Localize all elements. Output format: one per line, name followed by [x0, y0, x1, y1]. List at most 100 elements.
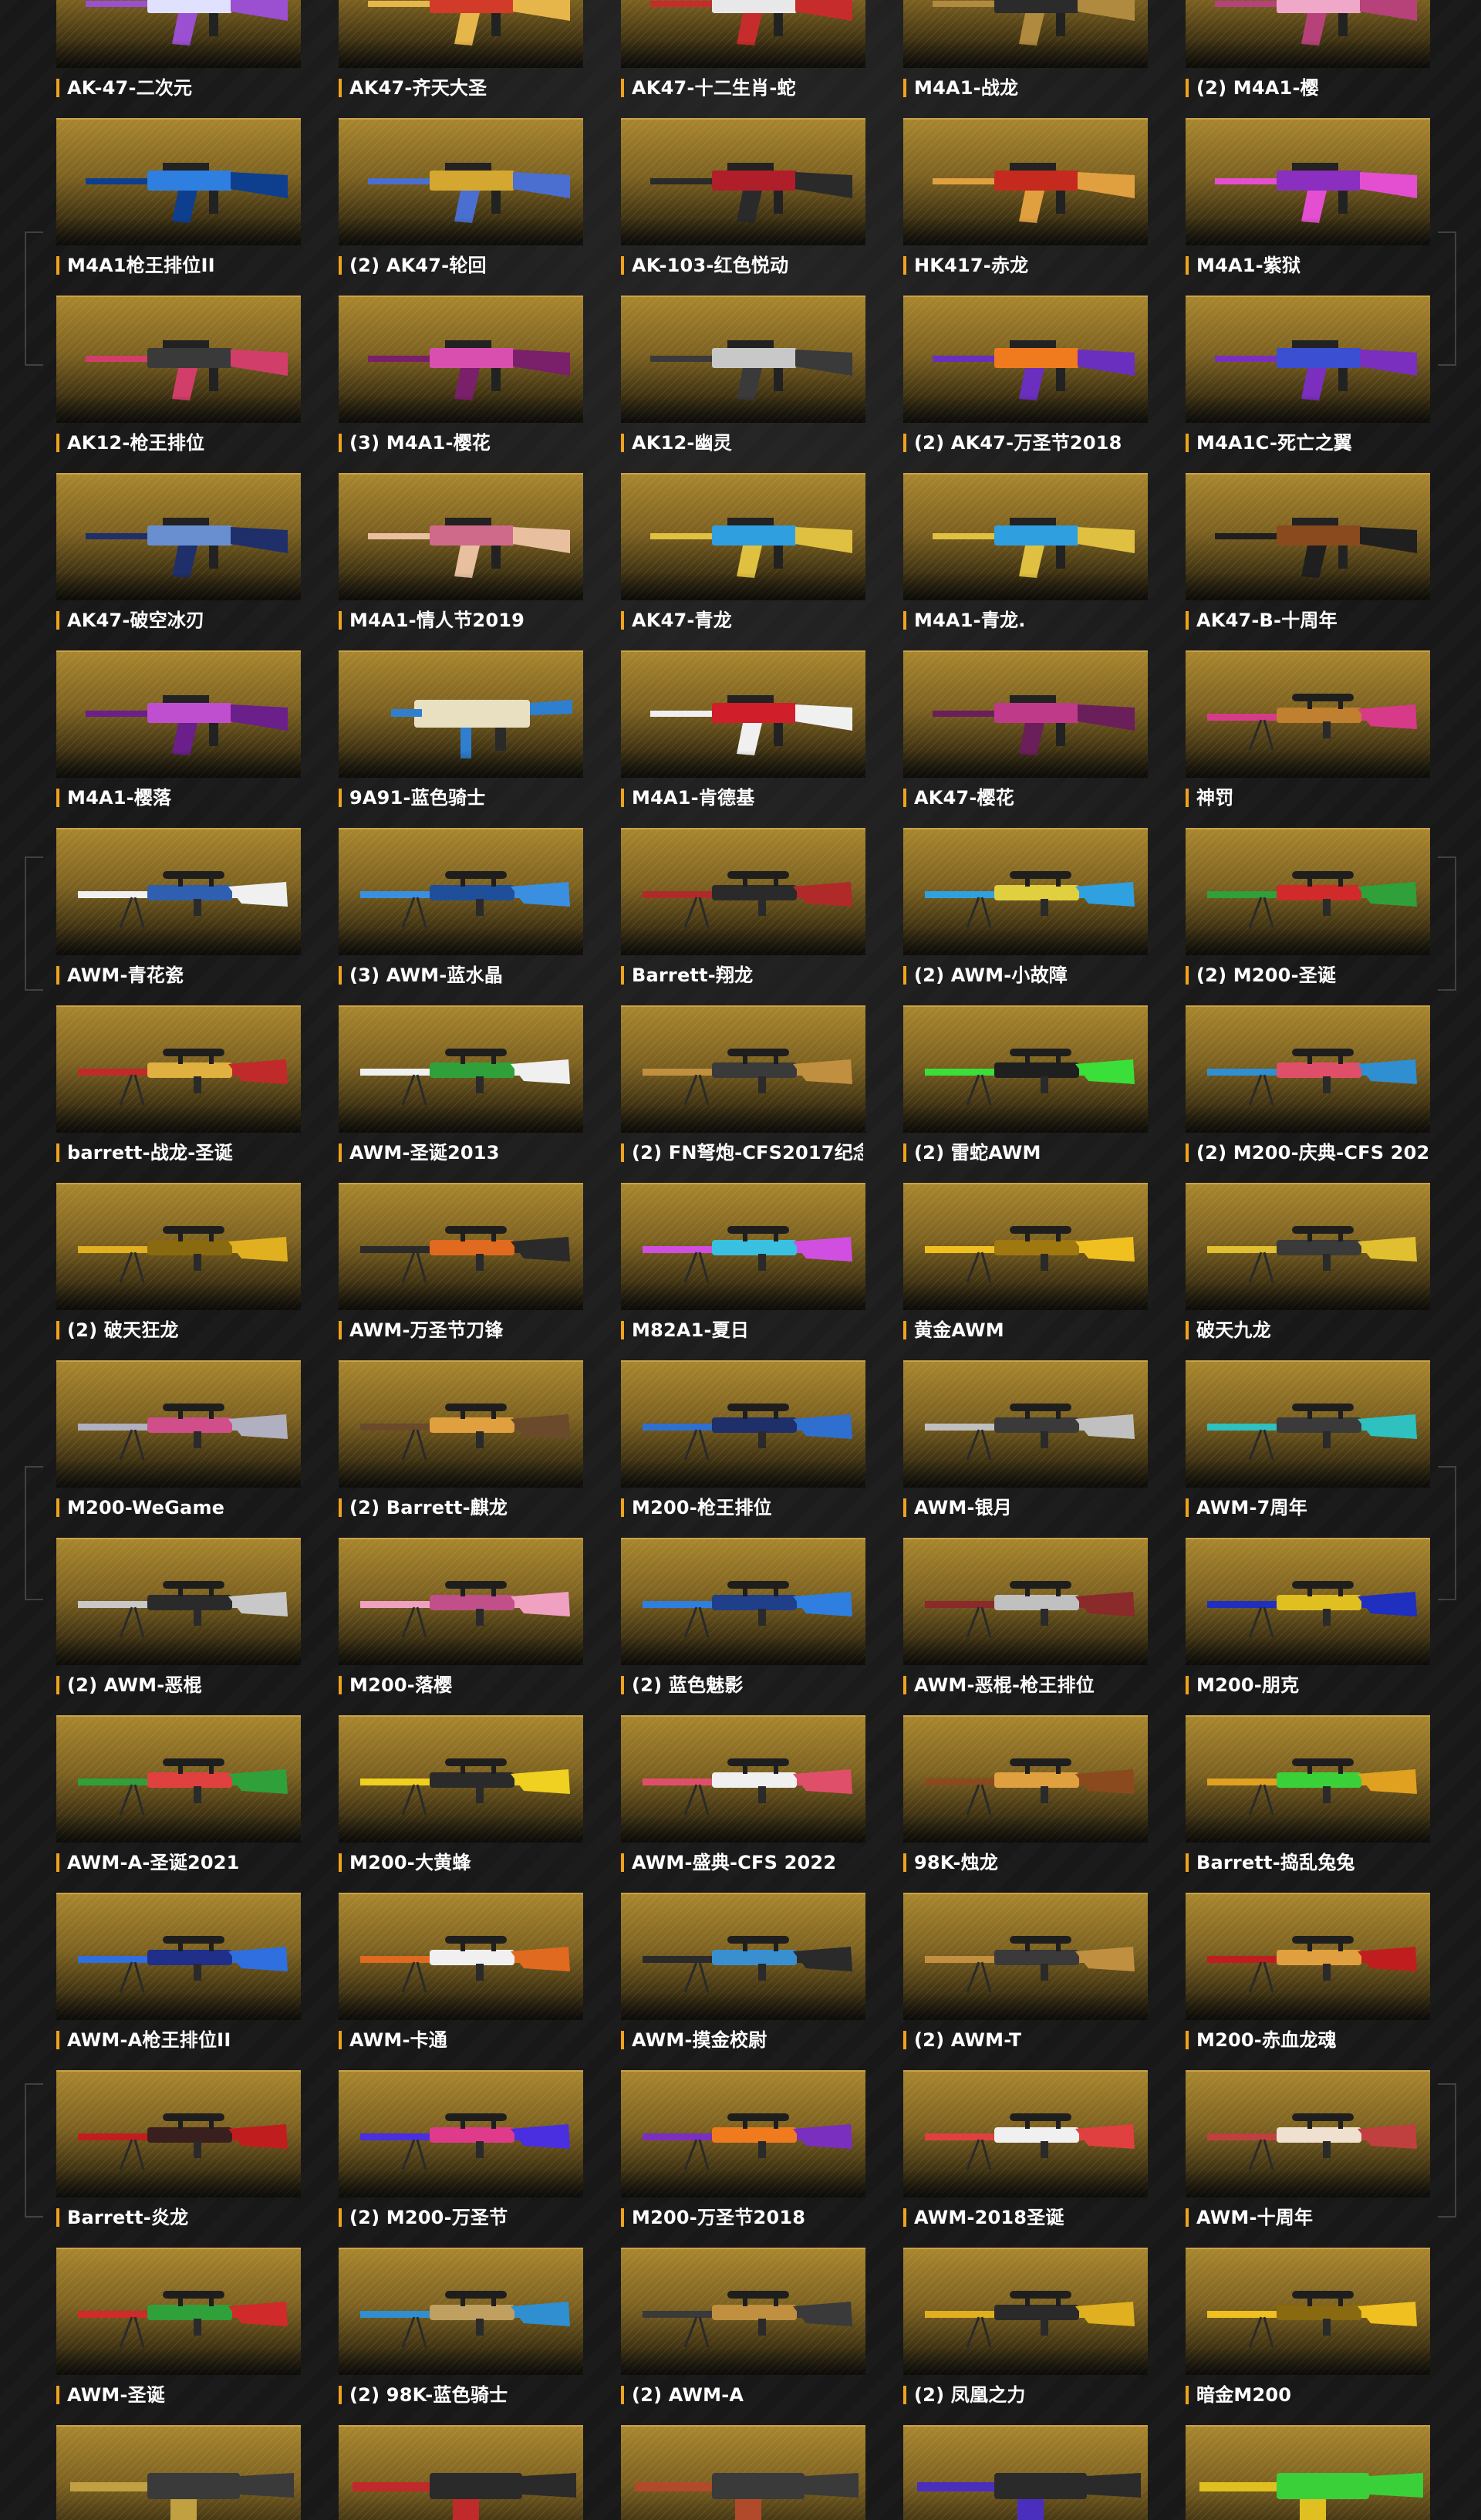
weapon-thumbnail[interactable] [1186, 828, 1430, 955]
weapon-card[interactable]: M4A1-战龙 [903, 0, 1148, 118]
weapon-card[interactable]: (2) AWM-小故障 [903, 828, 1148, 1005]
weapon-card[interactable]: 破天九龙 [1186, 1183, 1430, 1360]
weapon-card[interactable]: HK417-赤龙 [903, 118, 1148, 296]
weapon-card[interactable]: M4A1-樱落 [56, 650, 301, 828]
weapon-card[interactable]: AWM-圣诞 [56, 2248, 301, 2425]
weapon-thumbnail[interactable] [903, 1715, 1148, 1843]
weapon-thumbnail[interactable] [339, 473, 583, 600]
weapon-thumbnail[interactable] [339, 1538, 583, 1665]
weapon-thumbnail[interactable] [621, 473, 865, 600]
weapon-thumbnail[interactable] [56, 1715, 301, 1843]
weapon-card[interactable]: AK47-破空冰刃 [56, 473, 301, 650]
weapon-card[interactable]: (2) AWM-A [621, 2248, 865, 2425]
weapon-card[interactable]: M4A1-青龙. [903, 473, 1148, 650]
weapon-card[interactable] [621, 2425, 865, 2520]
weapon-thumbnail[interactable] [621, 1538, 865, 1665]
weapon-card[interactable]: AK47-齐天大圣 [339, 0, 583, 118]
weapon-card[interactable]: M200-赤血龙魂 [1186, 1893, 1430, 2070]
weapon-card[interactable]: 黄金AWM [903, 1183, 1148, 1360]
weapon-thumbnail[interactable] [903, 1893, 1148, 2020]
weapon-card[interactable] [56, 2425, 301, 2520]
weapon-card[interactable]: 98K-烛龙 [903, 1715, 1148, 1893]
weapon-thumbnail[interactable] [903, 1005, 1148, 1133]
weapon-card[interactable]: AK47-青龙 [621, 473, 865, 650]
weapon-card[interactable]: (2) AWM-恶棍 [56, 1538, 301, 1715]
weapon-card[interactable]: M200-万圣节2018 [621, 2070, 865, 2248]
weapon-thumbnail[interactable] [903, 118, 1148, 245]
weapon-card[interactable]: AWM-摸金校尉 [621, 1893, 865, 2070]
weapon-card[interactable]: Barrett-炎龙 [56, 2070, 301, 2248]
weapon-thumbnail[interactable] [56, 1183, 301, 1310]
weapon-thumbnail[interactable] [56, 828, 301, 955]
weapon-card[interactable]: (2) 98K-蓝色骑士 [339, 2248, 583, 2425]
weapon-thumbnail[interactable] [903, 296, 1148, 423]
weapon-card[interactable]: (2) Barrett-麒龙 [339, 1360, 583, 1538]
weapon-thumbnail[interactable] [339, 2248, 583, 2375]
weapon-thumbnail[interactable] [1186, 296, 1430, 423]
weapon-card[interactable]: M200-落樱 [339, 1538, 583, 1715]
weapon-thumbnail[interactable] [56, 2425, 301, 2520]
weapon-thumbnail[interactable] [903, 2248, 1148, 2375]
weapon-card[interactable]: AWM-银月 [903, 1360, 1148, 1538]
weapon-thumbnail[interactable] [56, 1360, 301, 1488]
weapon-thumbnail[interactable] [621, 2070, 865, 2197]
weapon-card[interactable]: M4A1-肯德基 [621, 650, 865, 828]
weapon-card[interactable]: (2) AK47-轮回 [339, 118, 583, 296]
weapon-thumbnail[interactable] [903, 650, 1148, 778]
weapon-card[interactable]: AWM-恶棍-枪王排位 [903, 1538, 1148, 1715]
weapon-thumbnail[interactable] [339, 296, 583, 423]
weapon-thumbnail[interactable] [903, 1360, 1148, 1488]
weapon-thumbnail[interactable] [56, 473, 301, 600]
weapon-card[interactable]: (2) 雷蛇AWM [903, 1005, 1148, 1183]
weapon-card[interactable]: AK12-幽灵 [621, 296, 865, 473]
weapon-card[interactable]: (2) M200-圣诞 [1186, 828, 1430, 1005]
weapon-card[interactable]: AWM-A枪王排位II [56, 1893, 301, 2070]
weapon-card[interactable]: AWM-十周年 [1186, 2070, 1430, 2248]
weapon-thumbnail[interactable] [56, 2248, 301, 2375]
weapon-thumbnail[interactable] [56, 296, 301, 423]
weapon-thumbnail[interactable] [1186, 2248, 1430, 2375]
weapon-thumbnail[interactable] [621, 0, 865, 68]
weapon-thumbnail[interactable] [621, 296, 865, 423]
weapon-card[interactable]: AK47-十二生肖-蛇 [621, 0, 865, 118]
weapon-thumbnail[interactable] [339, 1183, 583, 1310]
weapon-thumbnail[interactable] [56, 118, 301, 245]
weapon-thumbnail[interactable] [621, 118, 865, 245]
weapon-card[interactable]: (2) M4A1-樱 [1186, 0, 1430, 118]
weapon-thumbnail[interactable] [621, 1360, 865, 1488]
weapon-card[interactable]: 神罚 [1186, 650, 1430, 828]
weapon-card[interactable]: M82A1-夏日 [621, 1183, 865, 1360]
weapon-card[interactable]: (2) M200-庆典-CFS 2021 [1186, 1005, 1430, 1183]
weapon-card[interactable]: Barrett-翔龙 [621, 828, 865, 1005]
weapon-card[interactable]: AWM-7周年 [1186, 1360, 1430, 1538]
weapon-card[interactable]: (2) AK47-万圣节2018 [903, 296, 1148, 473]
weapon-card[interactable] [903, 2425, 1148, 2520]
weapon-thumbnail[interactable] [1186, 0, 1430, 68]
weapon-card[interactable]: AK-103-红色悦动 [621, 118, 865, 296]
weapon-thumbnail[interactable] [339, 2425, 583, 2520]
weapon-thumbnail[interactable] [1186, 118, 1430, 245]
weapon-card[interactable]: AWM-2018圣诞 [903, 2070, 1148, 2248]
weapon-thumbnail[interactable] [1186, 1183, 1430, 1310]
weapon-thumbnail[interactable] [56, 1893, 301, 2020]
weapon-thumbnail[interactable] [621, 2425, 865, 2520]
weapon-card[interactable]: Barrett-捣乱兔兔 [1186, 1715, 1430, 1893]
weapon-thumbnail[interactable] [339, 1005, 583, 1133]
weapon-thumbnail[interactable] [56, 0, 301, 68]
weapon-card[interactable]: (3) AWM-蓝水晶 [339, 828, 583, 1005]
weapon-thumbnail[interactable] [903, 2070, 1148, 2197]
weapon-thumbnail[interactable] [621, 2248, 865, 2375]
weapon-thumbnail[interactable] [339, 0, 583, 68]
weapon-thumbnail[interactable] [903, 2425, 1148, 2520]
weapon-thumbnail[interactable] [339, 828, 583, 955]
weapon-thumbnail[interactable] [621, 1005, 865, 1133]
weapon-thumbnail[interactable] [56, 2070, 301, 2197]
weapon-card[interactable]: (2) M200-万圣节 [339, 2070, 583, 2248]
weapon-card[interactable]: AWM-盛典-CFS 2022 [621, 1715, 865, 1893]
weapon-card[interactable]: AK12-枪王排位 [56, 296, 301, 473]
weapon-thumbnail[interactable] [1186, 2425, 1430, 2520]
weapon-card[interactable]: M200-大黄蜂 [339, 1715, 583, 1893]
weapon-thumbnail[interactable] [56, 1005, 301, 1133]
weapon-thumbnail[interactable] [56, 1538, 301, 1665]
weapon-thumbnail[interactable] [1186, 1005, 1430, 1133]
